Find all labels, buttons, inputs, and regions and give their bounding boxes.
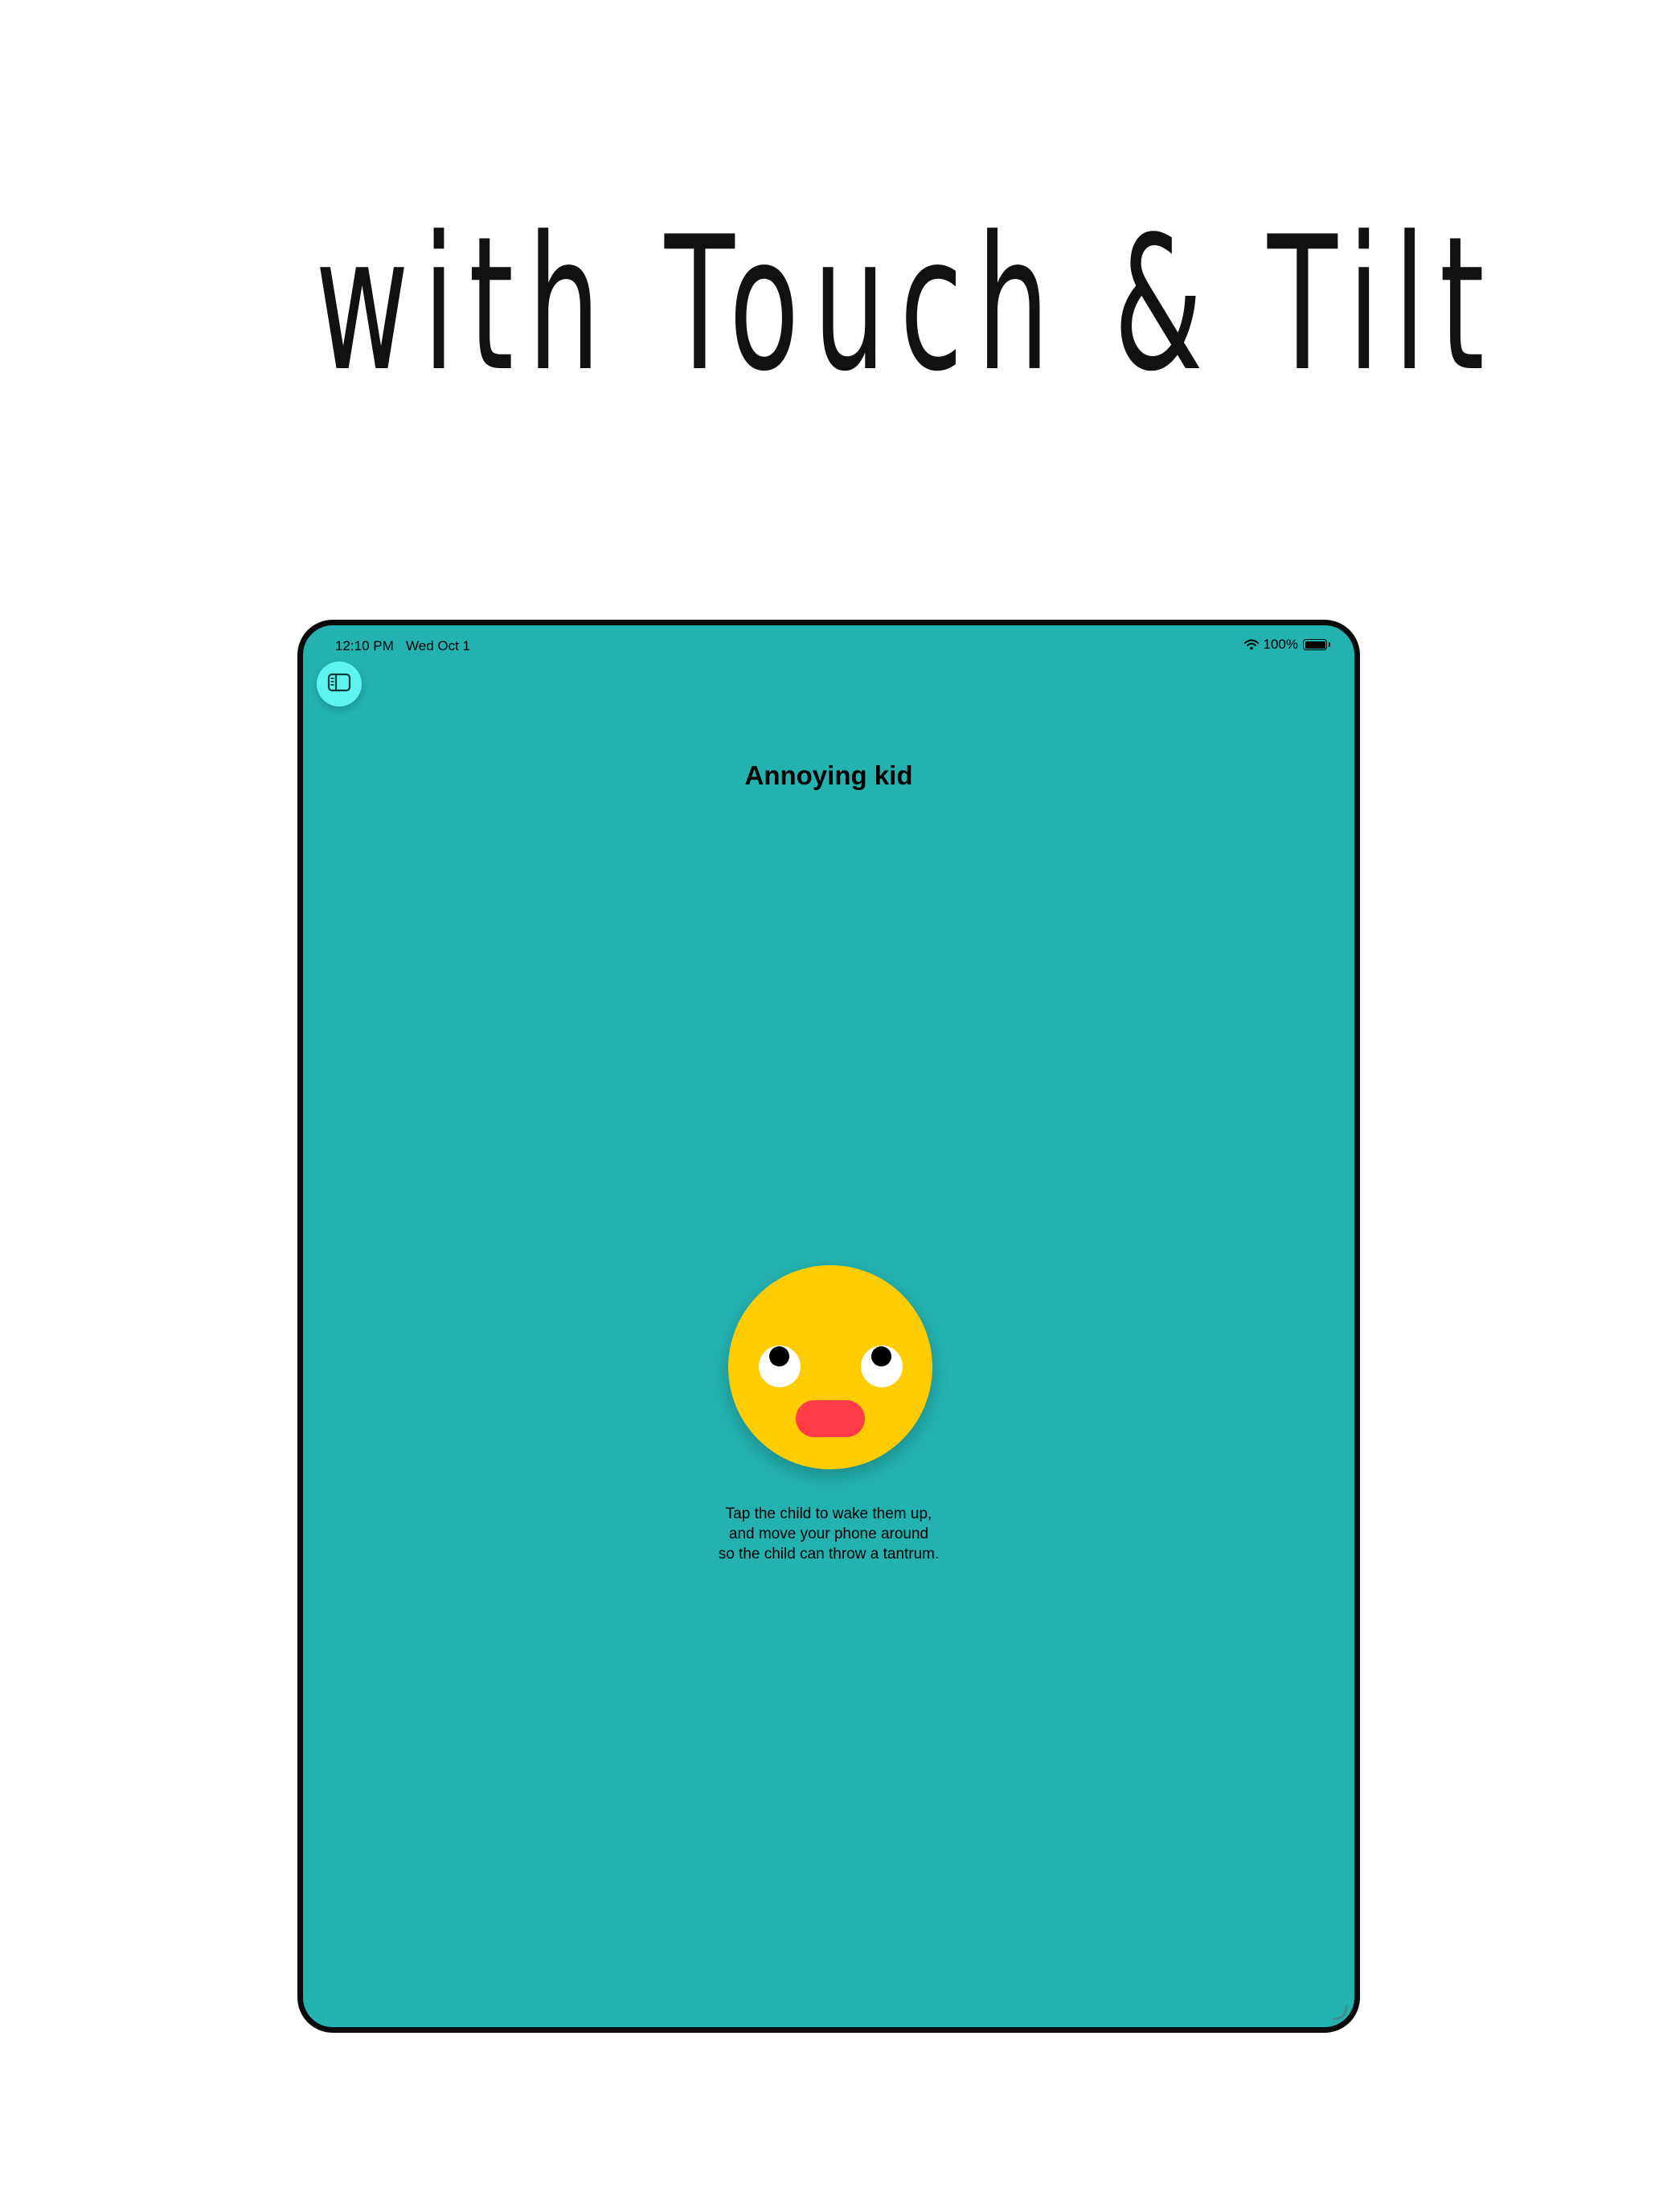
ipad-frame: 12:10 PM Wed Oct 1 100% Annoying kid Tap… [297,620,1360,2033]
nav-title: Annoying kid [744,760,913,790]
wifi-icon [1243,639,1259,650]
mouth [796,1400,865,1437]
battery-percent: 100% [1263,637,1298,652]
kid-face-icon[interactable] [728,1265,932,1469]
sidebar-toggle-icon [327,673,351,696]
right-pupil [871,1346,891,1366]
resize-corner-icon [1329,2001,1350,2022]
instructions-text: Tap the child to wake them up, and move … [303,1504,1354,1564]
screenshot-page: with Touch & Tilt 12:10 PM Wed Oct 1 100… [0,0,1659,2212]
status-date: Wed Oct 1 [406,638,470,653]
status-time: 12:10 PM [335,638,394,653]
instruction-line: Tap the child to wake them up, [725,1505,932,1522]
instruction-line: so the child can throw a tantrum. [718,1546,940,1563]
battery-icon [1303,639,1330,650]
sidebar-toggle-button[interactable] [317,662,362,707]
battery-fill [1305,641,1325,649]
left-eye [759,1346,801,1387]
status-right-group: 100% [1243,637,1330,653]
left-pupil [769,1346,789,1366]
marketing-headline: with Touch & Tilt [315,198,1499,412]
right-eye [861,1346,903,1387]
status-bar: 12:10 PM Wed Oct 1 100% [303,625,1354,661]
instruction-line: and move your phone around [728,1526,929,1542]
